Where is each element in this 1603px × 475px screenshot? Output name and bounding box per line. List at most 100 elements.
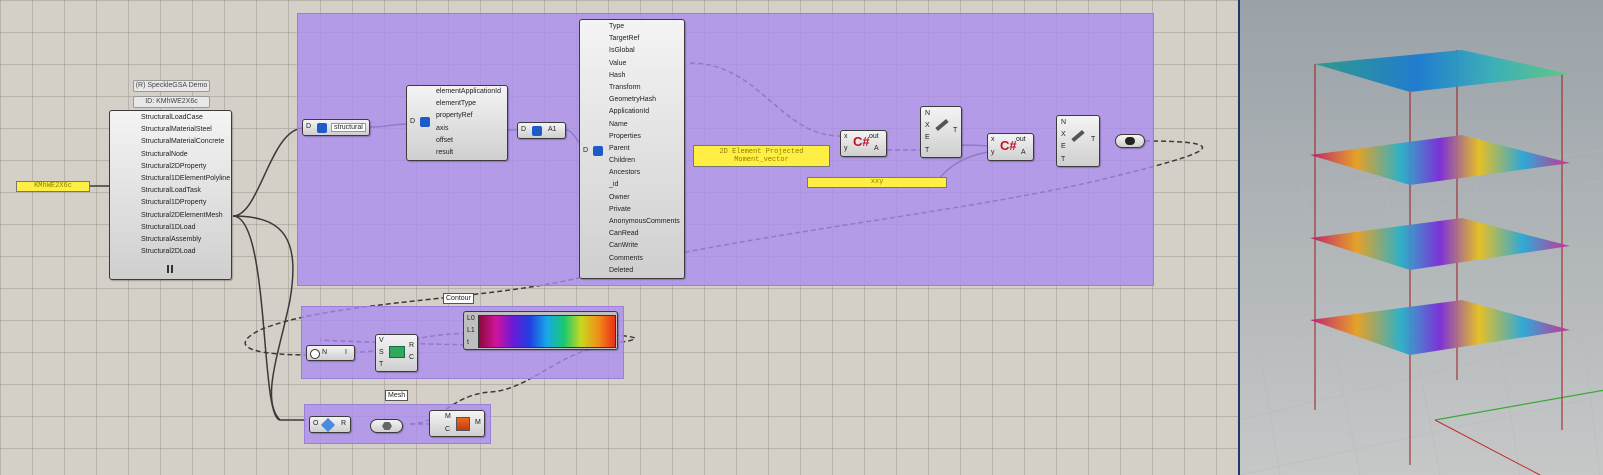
expand3-output-20[interactable]: Deleted bbox=[609, 265, 680, 277]
script1-out[interactable]: out bbox=[869, 133, 879, 140]
expand3-output-8[interactable]: Name bbox=[609, 119, 680, 131]
gradient[interactable]: L0 L1 t bbox=[463, 311, 618, 350]
mesh-color-m-out[interactable]: M bbox=[475, 419, 481, 426]
csharp-script-2[interactable]: x y C# out A bbox=[987, 133, 1034, 161]
receiver-output-2[interactable]: StructuralMaterialConcrete bbox=[141, 136, 230, 148]
receiver-output-7[interactable]: Structural1DProperty bbox=[141, 197, 230, 209]
expand2-output-2[interactable]: propertyRef bbox=[436, 110, 501, 122]
explode2-input-0[interactable]: N bbox=[1061, 117, 1066, 129]
mesh-param[interactable] bbox=[370, 419, 403, 433]
remap-input-2[interactable]: T bbox=[379, 359, 384, 371]
expand3-output-18[interactable]: CanWrite bbox=[609, 240, 680, 252]
expand3-output-4[interactable]: Hash bbox=[609, 70, 680, 82]
expand3-output-12[interactable]: Ancestors bbox=[609, 167, 680, 179]
mesh-brep[interactable]: O R bbox=[309, 416, 351, 433]
expand3-output-5[interactable]: Transform bbox=[609, 82, 680, 94]
speckle-receiver[interactable]: StructuralLoadCase StructuralMaterialStee… bbox=[109, 110, 232, 280]
receiver-output-3[interactable]: StructuralNode bbox=[141, 149, 230, 161]
expand2-in[interactable]: D bbox=[410, 118, 415, 125]
receiver-output-4[interactable]: Structural2DProperty bbox=[141, 161, 230, 173]
remap-input-1[interactable]: S bbox=[379, 347, 384, 359]
stream-id-panel[interactable]: KMhWE2X6c bbox=[16, 181, 90, 192]
result-type-panel[interactable]: 2D Element Projected Moment_vector bbox=[693, 145, 830, 167]
list-item-in[interactable]: D bbox=[521, 126, 526, 133]
gradient-port-2[interactable]: t bbox=[467, 337, 475, 349]
script2-a[interactable]: A bbox=[1021, 149, 1026, 156]
explode1-input-1[interactable]: X bbox=[925, 120, 930, 132]
script1-a[interactable]: A bbox=[874, 145, 879, 152]
expand2-output-4[interactable]: offset bbox=[436, 135, 501, 147]
relay[interactable] bbox=[1115, 134, 1145, 148]
expand3-output-2[interactable]: IsGlobal bbox=[609, 45, 680, 57]
explode1-input-3[interactable]: T bbox=[925, 145, 930, 157]
expand3-output-7[interactable]: ApplicationId bbox=[609, 106, 680, 118]
expand3-output-11[interactable]: Children bbox=[609, 155, 680, 167]
bounds[interactable]: N I bbox=[306, 345, 355, 361]
key-panel[interactable]: xxy bbox=[807, 177, 947, 188]
list-item[interactable]: D A1 bbox=[517, 122, 566, 139]
expand3-output-10[interactable]: Parent bbox=[609, 143, 680, 155]
explode-tree-1[interactable]: NXET T bbox=[920, 106, 962, 158]
script1-x[interactable]: x bbox=[844, 133, 848, 140]
expand3-output-9[interactable]: Properties bbox=[609, 131, 680, 143]
remap-output-1[interactable]: C bbox=[409, 349, 414, 361]
pause-icon[interactable] bbox=[167, 265, 173, 273]
expand2-output-5[interactable]: result bbox=[436, 147, 501, 159]
receiver-output-10[interactable]: StructuralAssembly bbox=[141, 234, 230, 246]
explode2-input-1[interactable]: X bbox=[1061, 129, 1066, 141]
expand3-output-13[interactable]: _id bbox=[609, 179, 680, 191]
rhino-viewport[interactable] bbox=[1238, 0, 1603, 475]
expand2-output-3[interactable]: axis bbox=[436, 123, 501, 135]
receiver-output-9[interactable]: Structural1DLoad bbox=[141, 222, 230, 234]
expand3-output-1[interactable]: TargetRef bbox=[609, 33, 680, 45]
explode1-out[interactable]: T bbox=[953, 127, 957, 134]
mesh-o-port[interactable]: O bbox=[313, 420, 318, 427]
expand3-output-0[interactable]: Type bbox=[609, 21, 680, 33]
receiver-output-8[interactable]: Structural2DElementMesh bbox=[141, 210, 230, 222]
script1-y[interactable]: y bbox=[844, 145, 848, 152]
remap-output-0[interactable]: R bbox=[409, 337, 414, 349]
grasshopper-canvas[interactable]: KMhWE2X6c (R) SpeckleGSA Demo ID: KMhWE2… bbox=[0, 0, 1238, 475]
bounds-n[interactable]: N bbox=[322, 349, 327, 356]
remap-input-0[interactable]: V bbox=[379, 335, 384, 347]
gradient-port-0[interactable]: L0 bbox=[467, 313, 475, 325]
receiver-output-6[interactable]: StructuralLoadTask bbox=[141, 185, 230, 197]
expand3-output-3[interactable]: Value bbox=[609, 58, 680, 70]
gradient-icon[interactable] bbox=[478, 315, 616, 348]
expand-object-1[interactable]: D structural bbox=[302, 119, 370, 136]
script2-out[interactable]: out bbox=[1016, 136, 1026, 143]
expand3-output-15[interactable]: Private bbox=[609, 204, 680, 216]
explode1-input-0[interactable]: N bbox=[925, 108, 930, 120]
expand3-output-17[interactable]: CanRead bbox=[609, 228, 680, 240]
expand-object-2[interactable]: D elementApplicationId elementType propert… bbox=[406, 85, 508, 161]
expand3-output-19[interactable]: Comments bbox=[609, 253, 680, 265]
receiver-output-11[interactable]: Structural2DLoad bbox=[141, 246, 230, 258]
expand3-output-14[interactable]: Owner bbox=[609, 192, 680, 204]
explode-tree-2[interactable]: NXET T bbox=[1056, 115, 1100, 167]
expand1-in[interactable]: D bbox=[306, 123, 311, 130]
explode1-input-2[interactable]: E bbox=[925, 132, 930, 144]
expand3-in[interactable]: D bbox=[583, 147, 588, 154]
expand-object-3[interactable]: D Type TargetRef IsGlobal Value Hash Transfor… bbox=[579, 19, 685, 279]
expand2-output-0[interactable]: elementApplicationId bbox=[436, 86, 501, 98]
gradient-port-1[interactable]: L1 bbox=[467, 325, 475, 337]
expand2-output-1[interactable]: elementType bbox=[436, 98, 501, 110]
explode2-input-2[interactable]: E bbox=[1061, 141, 1066, 153]
receiver-output-0[interactable]: StructuralLoadCase bbox=[141, 112, 230, 124]
mesh-color-m-in[interactable]: M bbox=[445, 413, 451, 420]
csharp-script-1[interactable]: x y C# out A bbox=[840, 130, 887, 157]
mesh-color-c-in[interactable]: C bbox=[445, 426, 450, 433]
list-item-out[interactable]: A1 bbox=[548, 126, 557, 133]
remap[interactable]: VST RC bbox=[375, 334, 418, 372]
expand3-output-16[interactable]: AnonymousComments bbox=[609, 216, 680, 228]
explode2-out[interactable]: T bbox=[1091, 136, 1095, 143]
script2-y[interactable]: y bbox=[991, 149, 995, 156]
receiver-output-1[interactable]: StructuralMaterialSteel bbox=[141, 124, 230, 136]
expand3-output-6[interactable]: GeometryHash bbox=[609, 94, 680, 106]
mesh-r-port[interactable]: R bbox=[341, 420, 346, 427]
explode2-input-3[interactable]: T bbox=[1061, 154, 1066, 166]
script2-x[interactable]: x bbox=[991, 136, 995, 143]
receiver-output-5[interactable]: Structural1DElementPolyline bbox=[141, 173, 230, 185]
bounds-i[interactable]: I bbox=[345, 349, 347, 356]
mesh-color[interactable]: M C M bbox=[429, 410, 485, 437]
